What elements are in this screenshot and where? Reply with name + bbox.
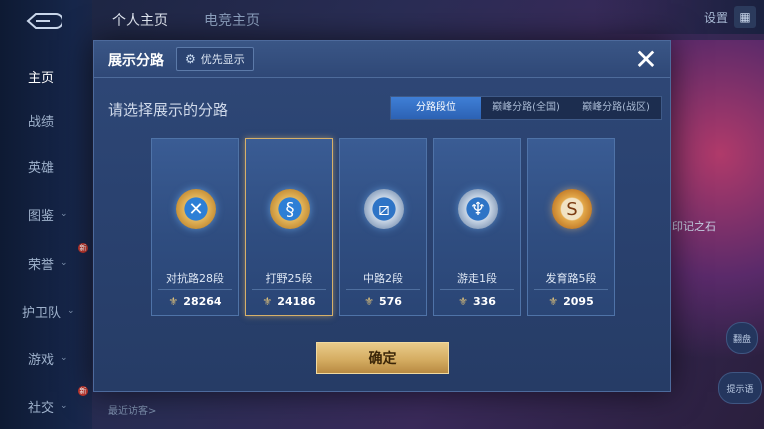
tab-profile[interactable]: 个人主页 [112,10,168,30]
s-rune-icon: S [552,189,592,229]
rank-points-icon: ⚜ [548,295,559,308]
sidebar-item-honor[interactable]: 荣誉 ⌄ [0,249,92,277]
sidebar-item-codex[interactable]: 图鉴 ⌄ [0,200,92,228]
sidebar-item-label: 游戏 [28,352,55,368]
chevron-down-icon: ⌄ [60,401,68,411]
sidebar-item-games[interactable]: 游戏 ⌄ [0,344,92,372]
tab-peak-national[interactable]: 巅峰分路(全国) [481,97,571,119]
lane-card-top[interactable]: ✕ 对抗路28段 ⚜ 28264 [151,138,239,316]
tab-esports[interactable]: 电竞主页 [204,10,260,30]
score-value: 28264 [183,295,222,308]
divider [158,289,232,290]
dialog-subtitle: 请选择展示的分路 [108,101,229,119]
lane-card-score: ⚜ 24186 [246,295,332,308]
gear-icon: ⚙ [185,52,196,66]
chevron-down-icon: ⌄ [60,209,68,219]
sidebar-item-label: 主页 [28,70,55,86]
dialog-header: 展示分路 ⚙ 优先显示 ✕ [94,41,670,78]
side-action-label: 提示语 [726,384,754,395]
lane-display-dialog: 展示分路 ⚙ 优先显示 ✕ 请选择展示的分路 分路段位 巅峰分路(全国) 巅峰分… [93,40,671,392]
dialog-title: 展示分路 [108,53,164,69]
rank-points-icon: ⚜ [458,295,468,308]
wings-icon: ♆ [458,189,498,229]
tab-peak-region[interactable]: 巅峰分路(战区) [571,97,661,119]
lane-card-roam[interactable]: ♆ 游走1段 ⚜ 336 [433,138,521,316]
slash-icon: ⧄ [364,189,404,229]
lane-card-label: 游走1段 [457,272,497,285]
divider [534,289,608,290]
sidebar-item-heroes[interactable]: 英雄 [0,152,92,180]
lane-card-farm[interactable]: S 发育路5段 ⚜ 2095 [527,138,615,316]
rank-points-icon: ⚜ [364,295,374,308]
lane-card-score: ⚜ 28264 [152,295,238,308]
sidebar: 主页 战绩 英雄 图鉴 ⌄ 荣誉 ⌄ 新 护卫队 ⌄ 游戏 ⌄ 社交 ⌄ 新 [0,0,92,429]
side-action-label: 翻盘 [732,334,751,345]
priority-display-button[interactable]: ⚙ 优先显示 [176,47,254,71]
lane-card-score: ⚜ 336 [434,295,520,308]
sidebar-item-label: 战绩 [28,114,55,130]
top-right-bar: 设置 ▦ [594,0,764,34]
sidebar-item-record[interactable]: 战绩 [0,106,92,134]
sidebar-item-label: 英雄 [28,160,55,176]
chevron-down-icon: ⌄ [60,258,68,268]
lane-card-label: 中路2段 [363,272,403,285]
close-icon[interactable]: ✕ [632,43,660,76]
priority-display-label: 优先显示 [200,53,245,66]
sidebar-item-label: 社交 [28,400,55,416]
badge-label: 印记之石 [672,220,716,233]
sidebar-item-home[interactable]: 主页 [0,62,92,90]
filter-tabs: 分路段位 巅峰分路(全国) 巅峰分路(战区) [390,96,662,120]
score-value: 24186 [277,295,316,308]
rank-points-icon: ⚜ [262,295,273,308]
divider [252,289,326,290]
rank-points-icon: ⚜ [168,295,179,308]
lane-card-label: 发育路5段 [545,272,597,285]
lane-card-mid[interactable]: ⧄ 中路2段 ⚜ 576 [339,138,427,316]
recent-visitors-link[interactable]: 最近访客> [108,402,156,417]
lane-card-score: ⚜ 2095 [528,295,614,308]
chevron-down-icon: ⌄ [60,353,68,363]
divider [440,289,514,290]
lane-card-label: 对抗路28段 [166,272,224,285]
score-value: 336 [472,295,496,308]
lane-card-score: ⚜ 576 [340,295,426,308]
side-action-button[interactable]: 翻盘 [726,322,758,354]
settings-button[interactable]: 设置 [704,9,728,26]
new-badge: 新 [78,386,88,396]
sidebar-item-guard[interactable]: 护卫队 ⌄ [0,297,92,325]
score-value: 2095 [563,295,594,308]
new-badge: 新 [78,243,88,253]
grid-icon[interactable]: ▦ [734,6,756,28]
score-value: 576 [378,295,402,308]
divider [346,289,420,290]
chevron-down-icon: ⌄ [67,306,75,316]
lane-card-label: 打野25段 [265,272,313,285]
tab-lane-rank[interactable]: 分路段位 [391,97,481,119]
confirm-button[interactable]: 确定 [316,342,449,374]
dragon-icon: § [270,189,310,229]
top-tabs: 个人主页 电竞主页 [92,0,612,40]
sidebar-item-social[interactable]: 社交 ⌄ [0,392,92,420]
crossed-swords-icon: ✕ [176,189,216,229]
back-icon[interactable] [22,10,62,32]
side-action-button[interactable]: 提示语 [718,372,762,404]
sidebar-item-label: 荣誉 [28,257,55,273]
sidebar-item-label: 图鉴 [28,208,55,224]
sidebar-item-label: 护卫队 [22,305,62,321]
lane-card-jungle[interactable]: § 打野25段 ⚜ 24186 [245,138,333,316]
